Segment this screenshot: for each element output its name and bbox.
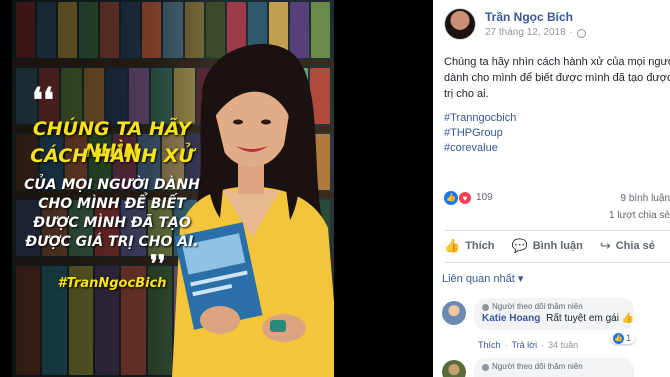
- post-details-panel: Trần Ngọc Bích 27 tháng 12, 2018 · Chúng…: [433, 0, 670, 377]
- thumbs-up-icon: 👍: [444, 238, 461, 253]
- chevron-down-icon: ▾: [517, 273, 524, 285]
- hashtag-link[interactable]: #Tranngocbich: [444, 111, 516, 126]
- like-button[interactable]: 👍 Thích: [444, 234, 495, 258]
- quote-line-6: ĐƯỢC GIÁ TRỊ CHO AI.: [25, 234, 199, 250]
- follower-badge: Người theo dõi thâm niên: [482, 302, 626, 312]
- quote-line-4: CHO MÌNH ĐỂ BIẾT: [38, 196, 186, 212]
- comment-icon: 💬: [511, 238, 528, 253]
- post-text-line: dành cho mình để biết được mình đã tạo đ…: [444, 72, 670, 84]
- comment-actions: Thích · Trả lời · 34 tuần: [478, 339, 578, 351]
- share-count-link[interactable]: 1 lượt chia sẻ: [609, 210, 670, 222]
- commenter-avatar[interactable]: [442, 301, 466, 325]
- like-button-label: Thích: [465, 240, 495, 252]
- globe-icon: [576, 28, 586, 38]
- quote-line-3: CỦA MỌI NGƯỜI DÀNH: [24, 177, 200, 193]
- post-date[interactable]: 27 tháng 12, 2018: [485, 27, 566, 39]
- hashtag-link[interactable]: #THPGroup: [444, 126, 516, 141]
- post-text: Chúng ta hãy nhìn cách hành xử của mọi n…: [444, 54, 670, 102]
- share-button-label: Chia sẻ: [615, 240, 655, 252]
- comment-count-link[interactable]: 9 bình luận: [621, 193, 670, 205]
- post-hashtags: #Tranngocbich #THPGroup #corevalue: [444, 111, 516, 156]
- follower-badge: Người theo dõi thâm niên: [482, 362, 626, 372]
- like-icon: 👍: [613, 332, 624, 344]
- quote-line-5: ĐƯỢC MÌNH ĐÃ TẠO: [33, 215, 191, 231]
- post-photo[interactable]: ❛❛ CHÚNG TA HÃY NHÌN CÁCH HÀNH XỬ CỦA MỌ…: [12, 0, 334, 377]
- comment-text: Rất tuyệt em gái: [546, 313, 619, 324]
- comment-sort-label: Liên quan nhất: [442, 273, 515, 285]
- badge-icon: [482, 303, 489, 311]
- post-meta: 27 tháng 12, 2018 ·: [485, 27, 586, 39]
- comment-button[interactable]: 💬 Bình luận: [512, 234, 583, 258]
- comment-reaction-count[interactable]: 👍 1: [611, 332, 636, 344]
- badge-label: Người theo dõi thâm niên: [492, 302, 583, 311]
- facebook-photo-viewer: ❛❛ CHÚNG TA HÃY NHÌN CÁCH HÀNH XỬ CỦA MỌ…: [0, 0, 670, 377]
- author-name[interactable]: Trần Ngọc Bích: [485, 10, 573, 24]
- divider: [444, 230, 670, 231]
- commenter-name[interactable]: Katie Hoang: [482, 313, 540, 324]
- comment-age[interactable]: 34 tuần: [548, 339, 578, 351]
- divider: [444, 262, 670, 263]
- comment-reaction-number: 1: [626, 333, 632, 343]
- love-icon: ♥: [458, 191, 472, 205]
- comment-content: Katie Hoang Rất tuyệt em gái 👍: [482, 312, 634, 326]
- comment-action-separator: ·: [541, 340, 545, 350]
- thumbs-up-emoji: 👍: [621, 313, 635, 324]
- comment-reply-link[interactable]: Trả lời: [512, 339, 538, 351]
- author-avatar[interactable]: [444, 8, 476, 40]
- meta-separator: ·: [569, 27, 573, 38]
- post-text-line: trị cho ai.: [444, 88, 489, 100]
- badge-icon: [482, 363, 489, 371]
- image-hashtag: #TranNgocBich: [57, 276, 167, 291]
- reaction-summary[interactable]: 👍 ♥ 109: [444, 191, 493, 205]
- hashtag-link[interactable]: #corevalue: [444, 141, 516, 156]
- post-action-bar: 👍 Thích 💬 Bình luận ↪ Chia sẻ: [444, 234, 670, 258]
- reaction-count: 109: [476, 192, 493, 203]
- share-icon: ↪: [599, 238, 611, 253]
- comment-bubble: Người theo dõi thâm niên: [474, 358, 634, 377]
- quote-close-mark: ❜❜: [150, 249, 166, 278]
- quote-open-mark: ❛❛: [32, 81, 54, 121]
- comment-like-link[interactable]: Thích: [478, 339, 501, 351]
- comment-button-label: Bình luận: [532, 240, 583, 252]
- comment-sort-dropdown[interactable]: Liên quan nhất ▾: [442, 273, 523, 286]
- quote-line-2: CÁCH HÀNH XỬ: [30, 145, 194, 167]
- comment-action-separator: ·: [504, 340, 508, 350]
- commenter-avatar[interactable]: [442, 360, 466, 377]
- like-icon: 👍: [444, 191, 458, 205]
- share-button[interactable]: ↪ Chia sẻ: [600, 234, 655, 258]
- comment-bubble: Người theo dõi thâm niên Katie Hoang Rất…: [474, 298, 634, 330]
- post-text-line: Chúng ta hãy nhìn cách hành xử của mọi n…: [444, 56, 670, 68]
- badge-label: Người theo dõi thâm niên: [492, 362, 583, 371]
